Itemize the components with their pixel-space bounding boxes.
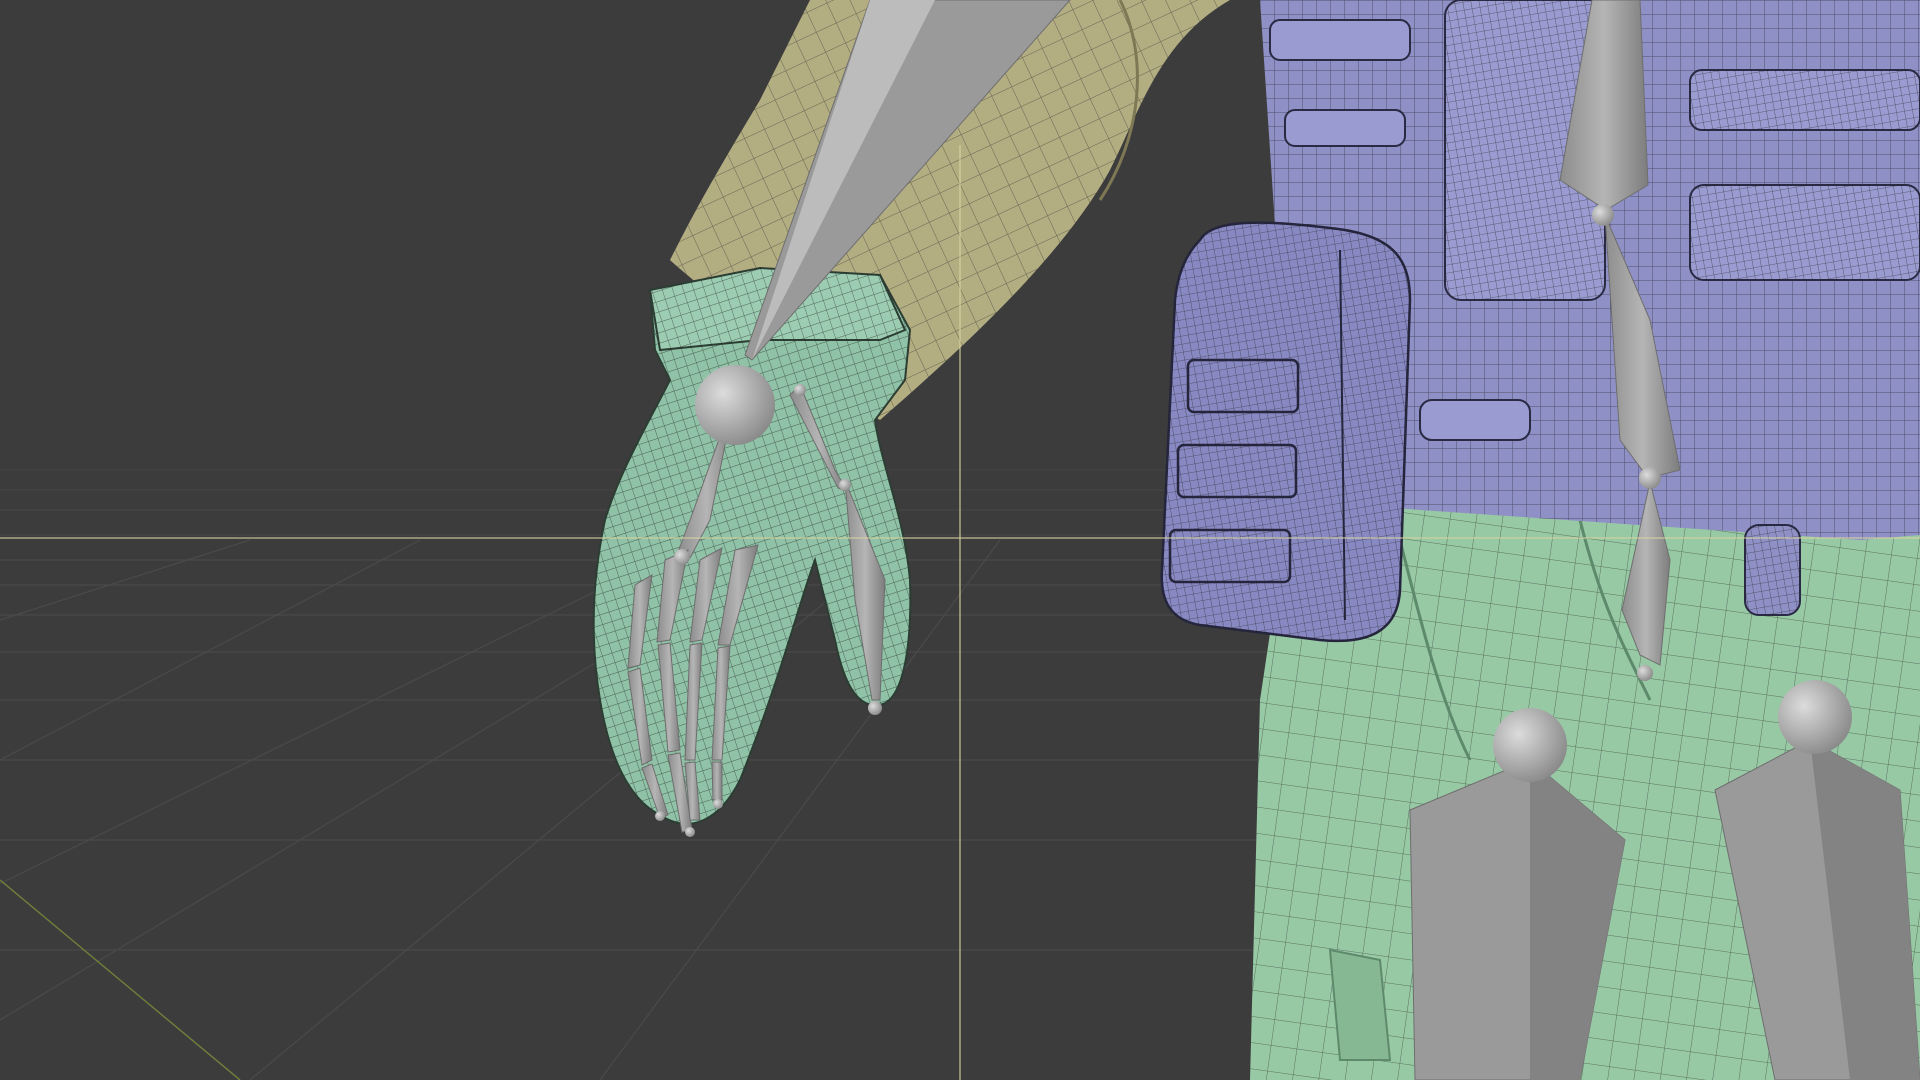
viewport-scene[interactable]: [0, 0, 1920, 1080]
spine-joint[interactable]: [1639, 467, 1661, 489]
hip-joint-right[interactable]: [1778, 680, 1852, 754]
spine-joint[interactable]: [1637, 665, 1653, 681]
spine-joint[interactable]: [1592, 204, 1614, 226]
thumb-tip-joint[interactable]: [868, 701, 882, 715]
finger-tip-joint[interactable]: [713, 799, 723, 809]
finger-joint[interactable]: [674, 549, 690, 565]
finger-tip-joint[interactable]: [655, 811, 665, 821]
3d-viewport[interactable]: [0, 0, 1920, 1080]
thumb-joint[interactable]: [794, 384, 806, 396]
hip-joint-left[interactable]: [1493, 708, 1567, 782]
thumb-joint[interactable]: [839, 479, 851, 491]
finger-bone[interactable]: [711, 761, 723, 801]
pouch-mesh[interactable]: [1160, 221, 1412, 643]
wrist-joint[interactable]: [695, 365, 775, 445]
finger-tip-joint[interactable]: [685, 827, 695, 837]
